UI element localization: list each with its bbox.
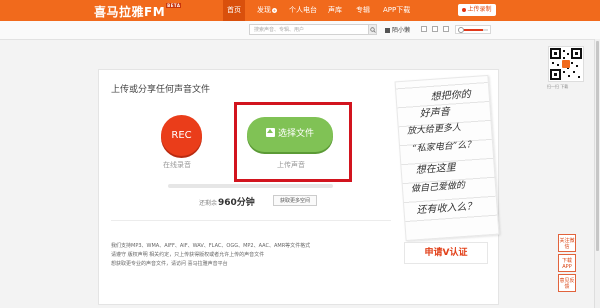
upload-icon: [265, 128, 275, 137]
nav-discover-label: 发现: [257, 6, 271, 14]
record-dot-icon: [462, 7, 467, 12]
nav-album[interactable]: 专辑: [356, 5, 370, 15]
select-caption: 上传声音: [277, 161, 305, 169]
handwriting-line: 还有收入么？: [416, 201, 477, 217]
feedback-link[interactable]: 意见反馈: [558, 274, 576, 292]
copyright-note: 请遵守 版权声明 相关约定，只上传获得版权或者允许上传的声音文件: [111, 252, 265, 258]
qr-caption: 扫一扫 下载: [547, 84, 569, 89]
upload-card: 上传或分享任何声音文件 REC 在线录音 选择文件 上传声音 还剩余960分钟 …: [98, 69, 500, 305]
download-app-link[interactable]: 下载APP: [558, 254, 576, 272]
divider: [111, 220, 391, 221]
dropdown-icon: +: [272, 7, 277, 13]
qr-code-icon: [550, 48, 582, 80]
page-title: 上传或分享任何声音文件: [111, 85, 211, 95]
nav-sound-library[interactable]: 声库: [328, 5, 342, 15]
qr-code: [548, 46, 584, 82]
nav-discover[interactable]: 发现 +: [257, 5, 277, 15]
quota-prefix: 还剩余: [199, 200, 218, 207]
mini-player[interactable]: 陌小懒: [385, 25, 410, 34]
rec-button[interactable]: REC: [161, 115, 202, 156]
get-more-space-button[interactable]: 获取更多空间: [273, 195, 317, 206]
follow-wechat-link[interactable]: 关注微信: [558, 234, 576, 252]
nav-personal-station[interactable]: 个人电台: [289, 5, 317, 15]
logo[interactable]: 喜马拉雅FM BETA: [94, 3, 182, 20]
upload-record-button[interactable]: 上传录制: [458, 4, 496, 16]
handwriting-line: 想把你的: [430, 89, 472, 103]
top-nav-bar: 喜马拉雅FM BETA 首页 发现 + 个人电台 声库 专辑 APP下载 上传录制: [0, 0, 600, 21]
player-prev-button[interactable]: [421, 26, 427, 32]
player-icon: [385, 28, 390, 33]
handwriting-line: “私家电台”么？: [411, 140, 476, 155]
volume-slider[interactable]: [455, 25, 491, 34]
handwritten-note-paper: 想把你的 好声音 放大给更多人 “私家电台”么？ 想在这里 做自己爱做的 还有收…: [394, 74, 500, 242]
nav-app-download[interactable]: APP下载: [383, 5, 410, 15]
search-icon: [370, 27, 376, 33]
quota-value: 960分钟: [218, 198, 255, 208]
player-label: 陌小懒: [392, 27, 411, 34]
sub-toolbar: 搜索声音、专辑、用户 陌小懒: [0, 21, 600, 40]
select-file-label: 选择文件: [277, 129, 314, 139]
handwriting-line: 想在这里: [415, 162, 457, 177]
rec-caption: 在线录音: [163, 161, 191, 169]
search-button[interactable]: [368, 24, 377, 35]
apply-v-certification-button[interactable]: 申请V认证: [404, 242, 488, 264]
handwriting-line: 做自己爱做的: [410, 180, 466, 195]
platform-note: 想获取更专业的声音文件，请访问 喜马拉雅声音平台: [111, 261, 228, 267]
volume-fill: [464, 29, 484, 31]
logo-badge: BETA: [166, 3, 182, 8]
page-scrollbar[interactable]: [594, 39, 600, 308]
search-input[interactable]: 搜索声音、专辑、用户: [249, 24, 369, 35]
quota-text: 还剩余960分钟: [199, 195, 255, 208]
handwriting-line: 放大给更多人: [406, 122, 462, 137]
select-file-button[interactable]: 选择文件: [247, 117, 333, 152]
handwriting-line: 好声音: [419, 106, 451, 120]
storage-progress-bar: [168, 184, 333, 188]
format-note: 我们支持MP3、WMA、AIFF、AIF、WAV、FLAC、OGG、MP2、AA…: [111, 243, 311, 249]
player-next-button[interactable]: [443, 26, 449, 32]
upload-record-label: 上传录制: [467, 6, 492, 13]
scrollbar-thumb[interactable]: [596, 41, 599, 251]
player-play-button[interactable]: [432, 26, 438, 32]
logo-text: 喜马拉雅FM: [94, 5, 166, 19]
nav-home[interactable]: 首页: [223, 0, 245, 21]
